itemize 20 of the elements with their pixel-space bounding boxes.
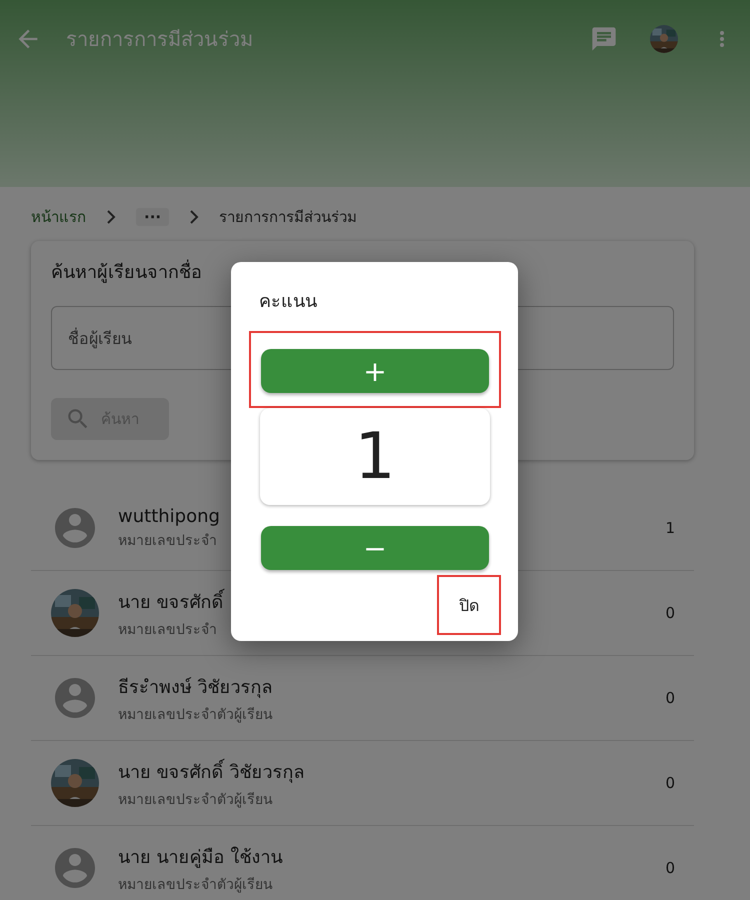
student-id-label: หมายเลขประจำตัวผู้เรียน <box>118 876 273 894</box>
student-name: wutthipong <box>118 506 220 526</box>
score: 0 <box>665 604 675 622</box>
student-id-label: หมายเลขประจำ <box>118 620 217 640</box>
student-id-label: หมายเลขประจำ <box>118 532 217 550</box>
card-title: ค้นหาผู้เรียนจากชื่อ <box>51 257 674 286</box>
student-name: ธีระำพงษ์ วิชัยวรกุล <box>118 676 273 700</box>
page-title: รายการการมีส่วนร่วม <box>66 26 254 53</box>
student-id-label: หมายเลขประจำตัวผู้เรียน <box>118 706 273 724</box>
student-name: นาย ขจรศักดิ์ <box>118 586 224 616</box>
dialog-title: คะแนน <box>259 290 318 314</box>
breadcrumb-current: รายการการมีส่วนร่วม <box>219 207 358 228</box>
score-value: 1 <box>260 408 490 505</box>
student-name: นาย ขจรศักดิ์ วิชัยวรกุล <box>118 756 304 786</box>
score: 0 <box>665 689 675 707</box>
score: 0 <box>665 774 675 792</box>
student-id-label: หมายเลขประจำตัวผู้เรียน <box>118 790 273 810</box>
score: 1 <box>665 519 675 537</box>
student-name: นาย นายคู่มือ ใช้งาน <box>118 846 282 870</box>
score: 0 <box>665 859 675 877</box>
